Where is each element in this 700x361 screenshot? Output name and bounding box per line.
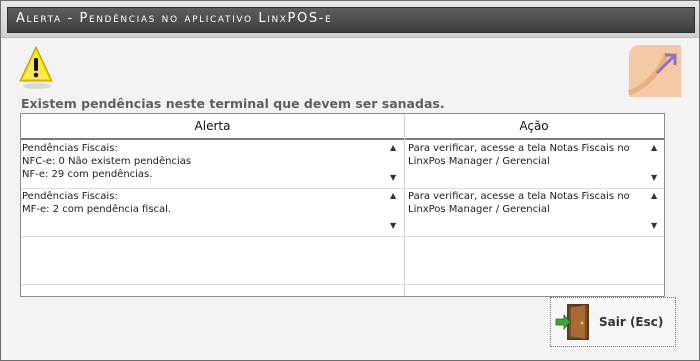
alert-cell: Pendências Fiscais: NFC-e: 0 Não existem… [22, 142, 387, 186]
table-row[interactable]: Pendências Fiscais: NFC-e: 0 Não existem… [21, 140, 664, 189]
exit-button-label: Sair (Esc) [599, 315, 664, 329]
alert-cell-scrollbar[interactable]: ▲ ▼ [388, 142, 400, 186]
title-bar[interactable]: Alerta - Pendências no aplicativo LinxPO… [1, 1, 699, 38]
action-text: Para verificar, acesse a tela Notas Fisc… [408, 143, 630, 167]
column-header-alerta[interactable]: Alerta [21, 119, 404, 133]
alert-cell-scrollbar[interactable]: ▲ ▼ [388, 190, 400, 234]
alert-text: Pendências Fiscais: MF-e: 2 com pendênci… [22, 191, 172, 215]
door-icon [555, 304, 589, 340]
exit-button[interactable]: Sair (Esc) [550, 297, 676, 347]
title-bar-inner: Alerta - Pendências no aplicativo LinxPO… [7, 7, 695, 33]
alert-window: Alerta - Pendências no aplicativo LinxPO… [0, 0, 700, 361]
warning-icon [19, 45, 53, 89]
grid-header: Alerta Ação [21, 114, 664, 140]
scroll-up-icon[interactable]: ▲ [651, 192, 657, 200]
action-cell-scrollbar[interactable]: ▲ ▼ [649, 190, 661, 234]
scroll-up-icon[interactable]: ▲ [390, 144, 396, 152]
alert-message: Existem pendências neste terminal que de… [21, 96, 445, 111]
action-cell: Para verificar, acesse a tela Notas Fisc… [408, 142, 648, 186]
scroll-up-icon[interactable]: ▲ [651, 144, 657, 152]
grid-empty-row-divider [21, 284, 664, 285]
alert-grid: Alerta Ação Pendências Fiscais: NFC-e: 0… [20, 113, 665, 297]
action-text: Para verificar, acesse a tela Notas Fisc… [408, 191, 630, 215]
action-cell: Para verificar, acesse a tela Notas Fisc… [408, 190, 648, 234]
scroll-up-icon[interactable]: ▲ [390, 192, 396, 200]
expand-arrow-icon [628, 45, 681, 97]
alert-cell: Pendências Fiscais: MF-e: 2 com pendênci… [22, 190, 387, 234]
action-cell-scrollbar[interactable]: ▲ ▼ [649, 142, 661, 186]
alert-text: Pendências Fiscais: NFC-e: 0 Não existem… [22, 143, 192, 180]
window-title: Alerta - Pendências no aplicativo LinxPO… [16, 11, 333, 26]
scroll-down-icon[interactable]: ▼ [390, 174, 396, 182]
scroll-down-icon[interactable]: ▼ [390, 222, 396, 230]
column-header-acao[interactable]: Ação [405, 119, 663, 133]
table-row[interactable]: Pendências Fiscais: MF-e: 2 com pendênci… [21, 188, 664, 237]
scroll-down-icon[interactable]: ▼ [651, 222, 657, 230]
scroll-down-icon[interactable]: ▼ [651, 174, 657, 182]
